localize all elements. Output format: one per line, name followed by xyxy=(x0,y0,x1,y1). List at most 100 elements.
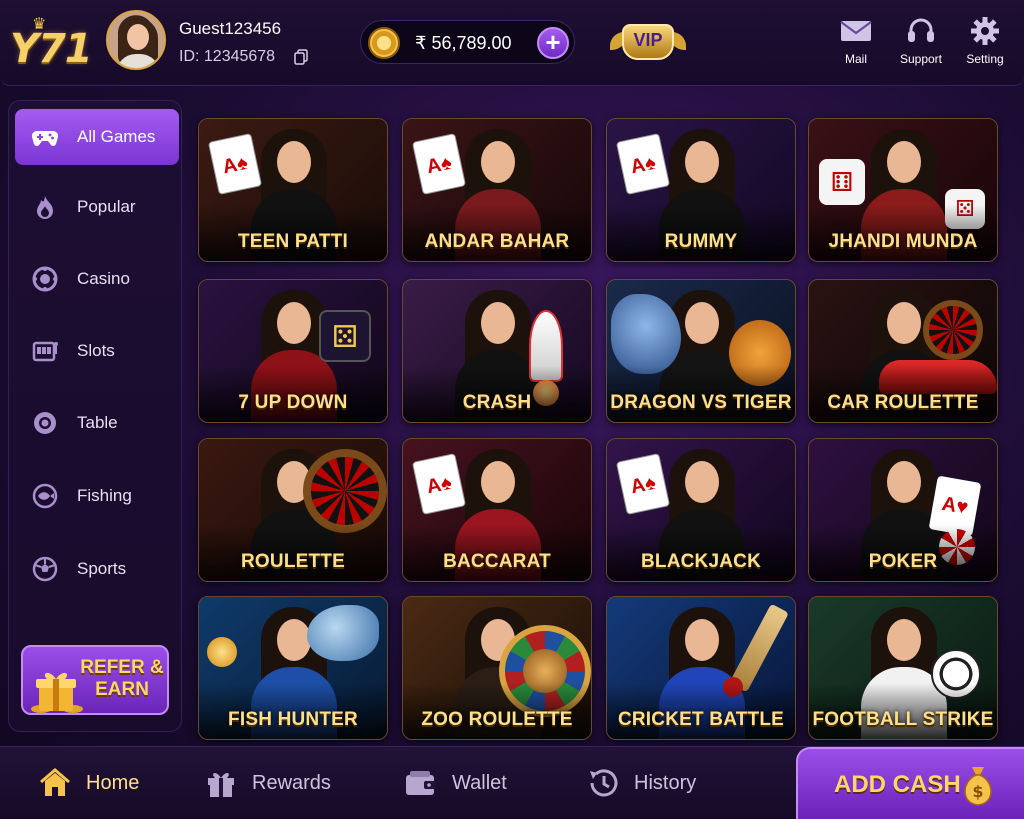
balance-amount: ₹ 56,789.00 xyxy=(415,33,512,53)
model-portrait xyxy=(481,141,515,183)
game-card-rummy[interactable]: A♠ RUMMY xyxy=(606,118,796,262)
game-card-7-up-down[interactable]: ⚄ 7 UP DOWN xyxy=(198,279,388,423)
money-bag-icon: $ xyxy=(964,767,992,806)
game-title: ROULETTE xyxy=(241,551,345,572)
model-portrait xyxy=(685,619,719,661)
model-portrait xyxy=(277,141,311,183)
gear-icon xyxy=(971,17,999,45)
sidebar-item-fishing[interactable]: Fishing xyxy=(15,468,179,524)
brand-logo[interactable]: ♛ Y71 xyxy=(10,16,93,72)
sidebar-item-slots[interactable]: Slots xyxy=(15,323,179,379)
model-portrait xyxy=(685,302,719,344)
sidebar-item-popular[interactable]: Popular xyxy=(15,179,179,235)
game-card-fish-hunter[interactable]: FISH HUNTER xyxy=(198,596,388,740)
game-title: ANDAR BAHAR xyxy=(424,231,570,252)
game-title: POKER xyxy=(868,551,938,572)
soccer-ball-icon xyxy=(32,556,58,582)
game-title: ZOO ROULETTE xyxy=(421,709,573,730)
sidebar-item-sports[interactable]: Sports xyxy=(15,541,179,597)
game-title: FISH HUNTER xyxy=(228,709,358,730)
model-portrait xyxy=(685,461,719,503)
support-button[interactable]: Support xyxy=(891,12,951,72)
tab-rewards[interactable]: Rewards xyxy=(204,763,331,803)
roulette-wheel-icon xyxy=(923,300,983,360)
svg-text:$: $ xyxy=(972,782,983,801)
sidebar-item-label: Slots xyxy=(77,341,115,360)
setting-label: Setting xyxy=(966,52,1004,66)
game-card-poker[interactable]: A♥ POKER xyxy=(808,438,998,582)
shark-icon xyxy=(307,605,379,661)
sidebar-item-casino[interactable]: Casino xyxy=(15,251,179,307)
bottom-navigation: Home Rewards Wallet History ADD CASH $ xyxy=(0,746,1024,819)
flame-icon xyxy=(37,196,53,219)
mail-label: Mail xyxy=(844,52,867,66)
game-title: CAR ROULETTE xyxy=(827,392,979,413)
model-portrait xyxy=(887,141,921,183)
game-title: RUMMY xyxy=(664,231,738,252)
model-portrait xyxy=(277,619,311,661)
table-chip-icon xyxy=(34,412,56,434)
game-title: CRASH xyxy=(462,392,532,413)
sidebar-item-all-games[interactable]: All Games xyxy=(15,109,179,165)
setting-button[interactable]: Setting xyxy=(955,12,1015,72)
history-icon xyxy=(590,769,618,797)
avatar[interactable] xyxy=(106,10,166,70)
fish-icon xyxy=(32,483,58,509)
game-card-dragon-vs-tiger[interactable]: DRAGON VS TIGER xyxy=(606,279,796,423)
model-portrait xyxy=(481,461,515,503)
tab-wallet[interactable]: Wallet xyxy=(404,763,507,803)
refer-earn-label: REFER & EARN xyxy=(80,657,164,700)
user-id: ID: 12345678 xyxy=(179,48,276,65)
logo-text: Y71 xyxy=(10,26,93,72)
copy-icon[interactable] xyxy=(294,49,308,65)
tab-label: Rewards xyxy=(252,771,331,794)
game-card-roulette[interactable]: ROULETTE xyxy=(198,438,388,582)
top-header: ♛ Y71 Guest123456 ID: 12345678 ₹ 56,789.… xyxy=(0,0,1024,86)
game-title: 7 UP DOWN xyxy=(238,392,348,413)
game-title: BACCARAT xyxy=(443,551,551,572)
sidebar-item-label: All Games xyxy=(77,127,156,146)
game-title: BLACKJACK xyxy=(640,551,762,572)
game-title: CRICKET BATTLE xyxy=(617,709,785,730)
game-card-blackjack[interactable]: A♠ BLACKJACK xyxy=(606,438,796,582)
sidebar-item-label: Table xyxy=(77,413,118,432)
model-portrait xyxy=(481,302,515,344)
golden-fish-icon xyxy=(207,637,237,667)
game-card-baccarat[interactable]: A♠ BACCARAT xyxy=(402,438,592,582)
game-card-crash[interactable]: CRASH xyxy=(402,279,592,423)
gift-icon xyxy=(208,773,234,797)
game-card-jhandi-munda[interactable]: ⚅⚄JHANDI MUNDA xyxy=(808,118,998,262)
add-cash-label: ADD CASH xyxy=(834,771,961,798)
game-card-cricket-battle[interactable]: CRICKET BATTLE xyxy=(606,596,796,740)
game-title: JHANDI MUNDA xyxy=(828,231,978,252)
game-card-football-strike[interactable]: FOOTBALL STRIKE xyxy=(808,596,998,740)
mail-button[interactable]: Mail xyxy=(826,12,886,72)
add-cash-button[interactable]: ADD CASH $ xyxy=(796,747,1024,819)
tab-label: Wallet xyxy=(452,771,507,794)
tab-label: History xyxy=(634,771,697,794)
game-title: TEEN PATTI xyxy=(237,231,349,252)
model-portrait xyxy=(277,302,311,344)
wallet-icon xyxy=(406,771,436,795)
dice-icon: ⚄ xyxy=(319,310,371,362)
model-portrait xyxy=(887,461,921,503)
game-card-teen-patti[interactable]: A♠ TEEN PATTI xyxy=(198,118,388,262)
tab-home[interactable]: Home xyxy=(38,763,139,803)
sidebar-item-label: Popular xyxy=(77,197,136,216)
sidebar-item-table[interactable]: Table xyxy=(15,395,179,451)
refer-earn-button[interactable]: REFER & EARN xyxy=(21,645,169,715)
game-card-andar-bahar[interactable]: A♠ ANDAR BAHAR xyxy=(402,118,592,262)
game-card-car-roulette[interactable]: CAR ROULETTE xyxy=(808,279,998,423)
add-balance-button[interactable]: + xyxy=(537,27,569,59)
vip-badge[interactable]: VIP xyxy=(610,24,686,60)
category-sidebar: All Games Popular Casino Slots Table Fis… xyxy=(8,100,182,732)
sidebar-item-label: Sports xyxy=(77,559,127,578)
tab-label: Home xyxy=(86,771,140,794)
vip-label: VIP xyxy=(633,30,663,50)
game-title: DRAGON VS TIGER xyxy=(610,392,792,413)
tab-history[interactable]: History xyxy=(586,763,696,803)
dice-icon: ⚅ xyxy=(819,159,865,205)
game-card-zoo-roulette[interactable]: ZOO ROULETTE xyxy=(402,596,592,740)
slot-machine-icon xyxy=(32,341,58,362)
gamepad-icon xyxy=(31,130,59,146)
